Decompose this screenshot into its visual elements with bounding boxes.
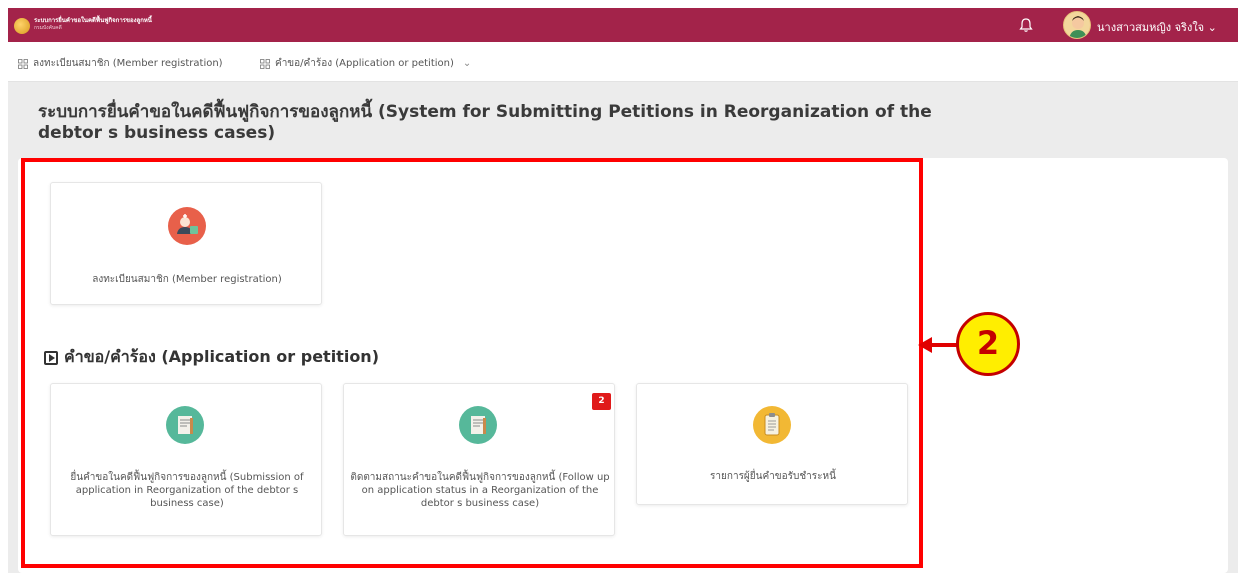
grid-icon [18, 58, 28, 69]
notification-bell-icon[interactable] [1017, 16, 1035, 34]
system-title: ระบบการยื่นคำขอในคดีฟื้นฟูกิจการของลูกหน… [34, 17, 152, 24]
annotation-callout-number: 2 [956, 312, 1020, 376]
department-logo-icon [14, 18, 30, 34]
top-bar: ระบบการยื่นคำขอในคดีฟื้นฟูกิจการของลูกหน… [8, 8, 1238, 42]
menu-item-application-petition[interactable]: คำขอ/คำร้อง (Application or petition) ⌄ [260, 56, 471, 71]
navigation-menu: ลงทะเบียนสมาชิก (Member registration) คำ… [8, 42, 1238, 82]
chevron-down-icon: ⌄ [462, 58, 472, 69]
menu-item-label: คำขอ/คำร้อง (Application or petition) [275, 58, 454, 69]
user-menu[interactable]: นางสาวสมหญิง จริงใจ ⌄ [1097, 18, 1217, 36]
arrow-left-icon [918, 337, 932, 353]
annotation-highlight-box [21, 158, 923, 568]
chevron-down-icon: ⌄ [1207, 21, 1217, 34]
menu-item-label: ลงทะเบียนสมาชิก (Member registration) [33, 58, 223, 69]
user-name: นางสาวสมหญิง จริงใจ [1097, 21, 1205, 34]
menu-item-member-registration[interactable]: ลงทะเบียนสมาชิก (Member registration) [18, 56, 223, 71]
grid-icon [260, 58, 270, 69]
user-avatar[interactable] [1063, 11, 1091, 39]
department-name: กรมบังคับคดี [34, 25, 62, 31]
page-title: ระบบการยื่นคำขอในคดีฟื้นฟูกิจการของลูกหน… [38, 102, 932, 143]
